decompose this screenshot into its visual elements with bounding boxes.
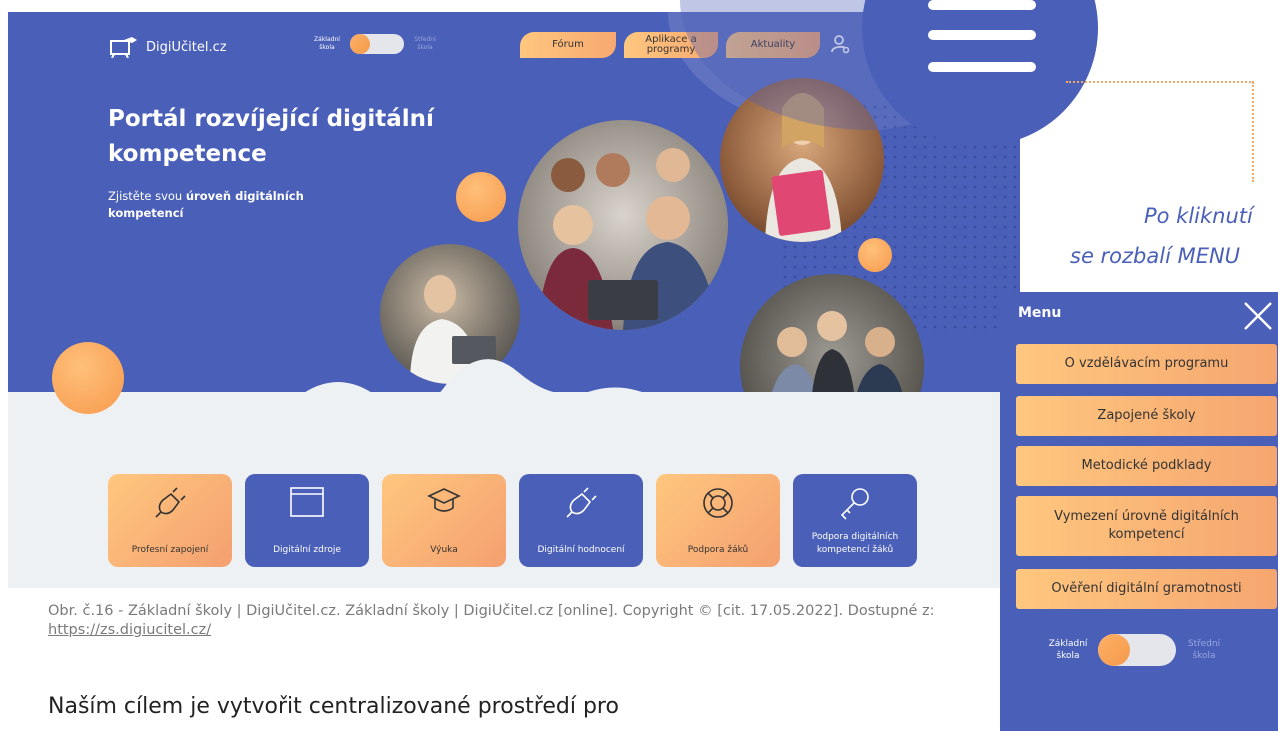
caption-link[interactable]: https://zs.digiucitel.cz/: [48, 622, 211, 638]
toggle-label-secondary: Střední škola: [414, 36, 436, 51]
toggle-label-secondary: Střední škola: [1187, 639, 1221, 661]
hamburger-bar: [928, 62, 1036, 72]
tile-digital-competence-support[interactable]: Podpora digitálních kompetencí žáků: [793, 474, 917, 567]
menu-school-type-toggle[interactable]: Základní škola Střední škola: [1046, 634, 1224, 666]
hero-subtitle-prefix: Zjistěte svou: [108, 189, 186, 203]
photo-group-celebrating: [518, 120, 728, 330]
decorative-ball: [52, 342, 124, 414]
toggle-knob: [1098, 634, 1130, 666]
menu-panel: Menu O vzdělávacím programu Zapojené ško…: [1000, 292, 1278, 731]
tile-label: Digitální hodnocení: [537, 545, 625, 555]
body-paragraph: Naším cílem je vytvořit centralizované p…: [48, 694, 619, 719]
people-illustration: [538, 148, 718, 330]
wave-separator: [8, 359, 1020, 482]
logo-icon: [110, 37, 137, 58]
callout-text: Po kliknutí se rozbalí MENU: [1040, 196, 1278, 276]
toggle-switch[interactable]: [350, 34, 404, 54]
figure-caption: Obr. č.16 - Základní školy | DigiUčitel.…: [48, 602, 948, 640]
menu-item-program[interactable]: O vzdělávacím programu: [1016, 344, 1277, 384]
callout-connector: [1252, 82, 1254, 182]
tile-student-support[interactable]: Podpora žáků: [656, 474, 780, 567]
toggle-label-basic: Základní škola: [314, 36, 340, 51]
browser-window-icon: [290, 487, 324, 517]
menu-item-competence-levels[interactable]: Vymezení úrovně digitálních kompetencí: [1016, 496, 1277, 556]
tile-label: Podpora digitálních kompetencí žáků: [811, 532, 899, 555]
toggle-knob: [350, 34, 370, 54]
callout-line-1: Po kliknutí: [1144, 204, 1253, 228]
close-icon[interactable]: [1242, 300, 1274, 332]
plug-icon: [566, 487, 597, 518]
nav-forum[interactable]: Fórum: [520, 32, 616, 58]
key-icon: [840, 488, 869, 520]
menu-item-literacy-check[interactable]: Ověření digitální gramotnosti: [1016, 569, 1277, 609]
tile-label: Profesní zapojení: [131, 545, 209, 555]
hamburger-bar: [928, 30, 1036, 40]
tile-label: Podpora žáků: [687, 545, 749, 555]
hamburger-bar: [928, 0, 1036, 10]
tile-digital-assessment[interactable]: Digitální hodnocení: [519, 474, 643, 567]
tile-professional[interactable]: Profesní zapojení: [108, 474, 232, 567]
caption-text: Obr. č.16 - Základní školy | DigiUčitel.…: [48, 603, 935, 619]
menu-title: Menu: [1018, 305, 1062, 321]
tile-label: Výuka: [430, 545, 458, 555]
decorative-ball: [858, 238, 892, 272]
lifebuoy-icon: [703, 488, 733, 518]
decorative-ball: [456, 172, 506, 222]
hero-subtitle[interactable]: Zjistěte svou úroveň digitálních kompete…: [108, 188, 358, 222]
callout-pointer-dot: [1042, 70, 1066, 94]
tile-label: Digitální zdroje: [273, 545, 341, 555]
tile-teaching[interactable]: Výuka: [382, 474, 506, 567]
logo-text: DigiUčitel.cz: [146, 39, 227, 55]
school-type-toggle[interactable]: Základní škola Střední škola: [310, 34, 440, 54]
menu-item-methodology[interactable]: Metodické podklady: [1016, 446, 1277, 486]
toggle-label-basic: Základní škola: [1048, 639, 1088, 661]
plug-icon: [155, 487, 186, 518]
menu-item-schools[interactable]: Zapojené školy: [1016, 396, 1277, 436]
site-logo[interactable]: DigiUčitel.cz: [110, 36, 227, 58]
toggle-switch[interactable]: [1098, 634, 1176, 666]
callout-connector: [1066, 81, 1254, 83]
callout-line-2: se rozbalí MENU: [1070, 244, 1241, 268]
hero-title: Portál rozvíjející digitální kompetence: [108, 106, 434, 167]
tile-digital-resources[interactable]: Digitální zdroje: [245, 474, 369, 567]
graduation-cap-icon: [427, 488, 461, 512]
